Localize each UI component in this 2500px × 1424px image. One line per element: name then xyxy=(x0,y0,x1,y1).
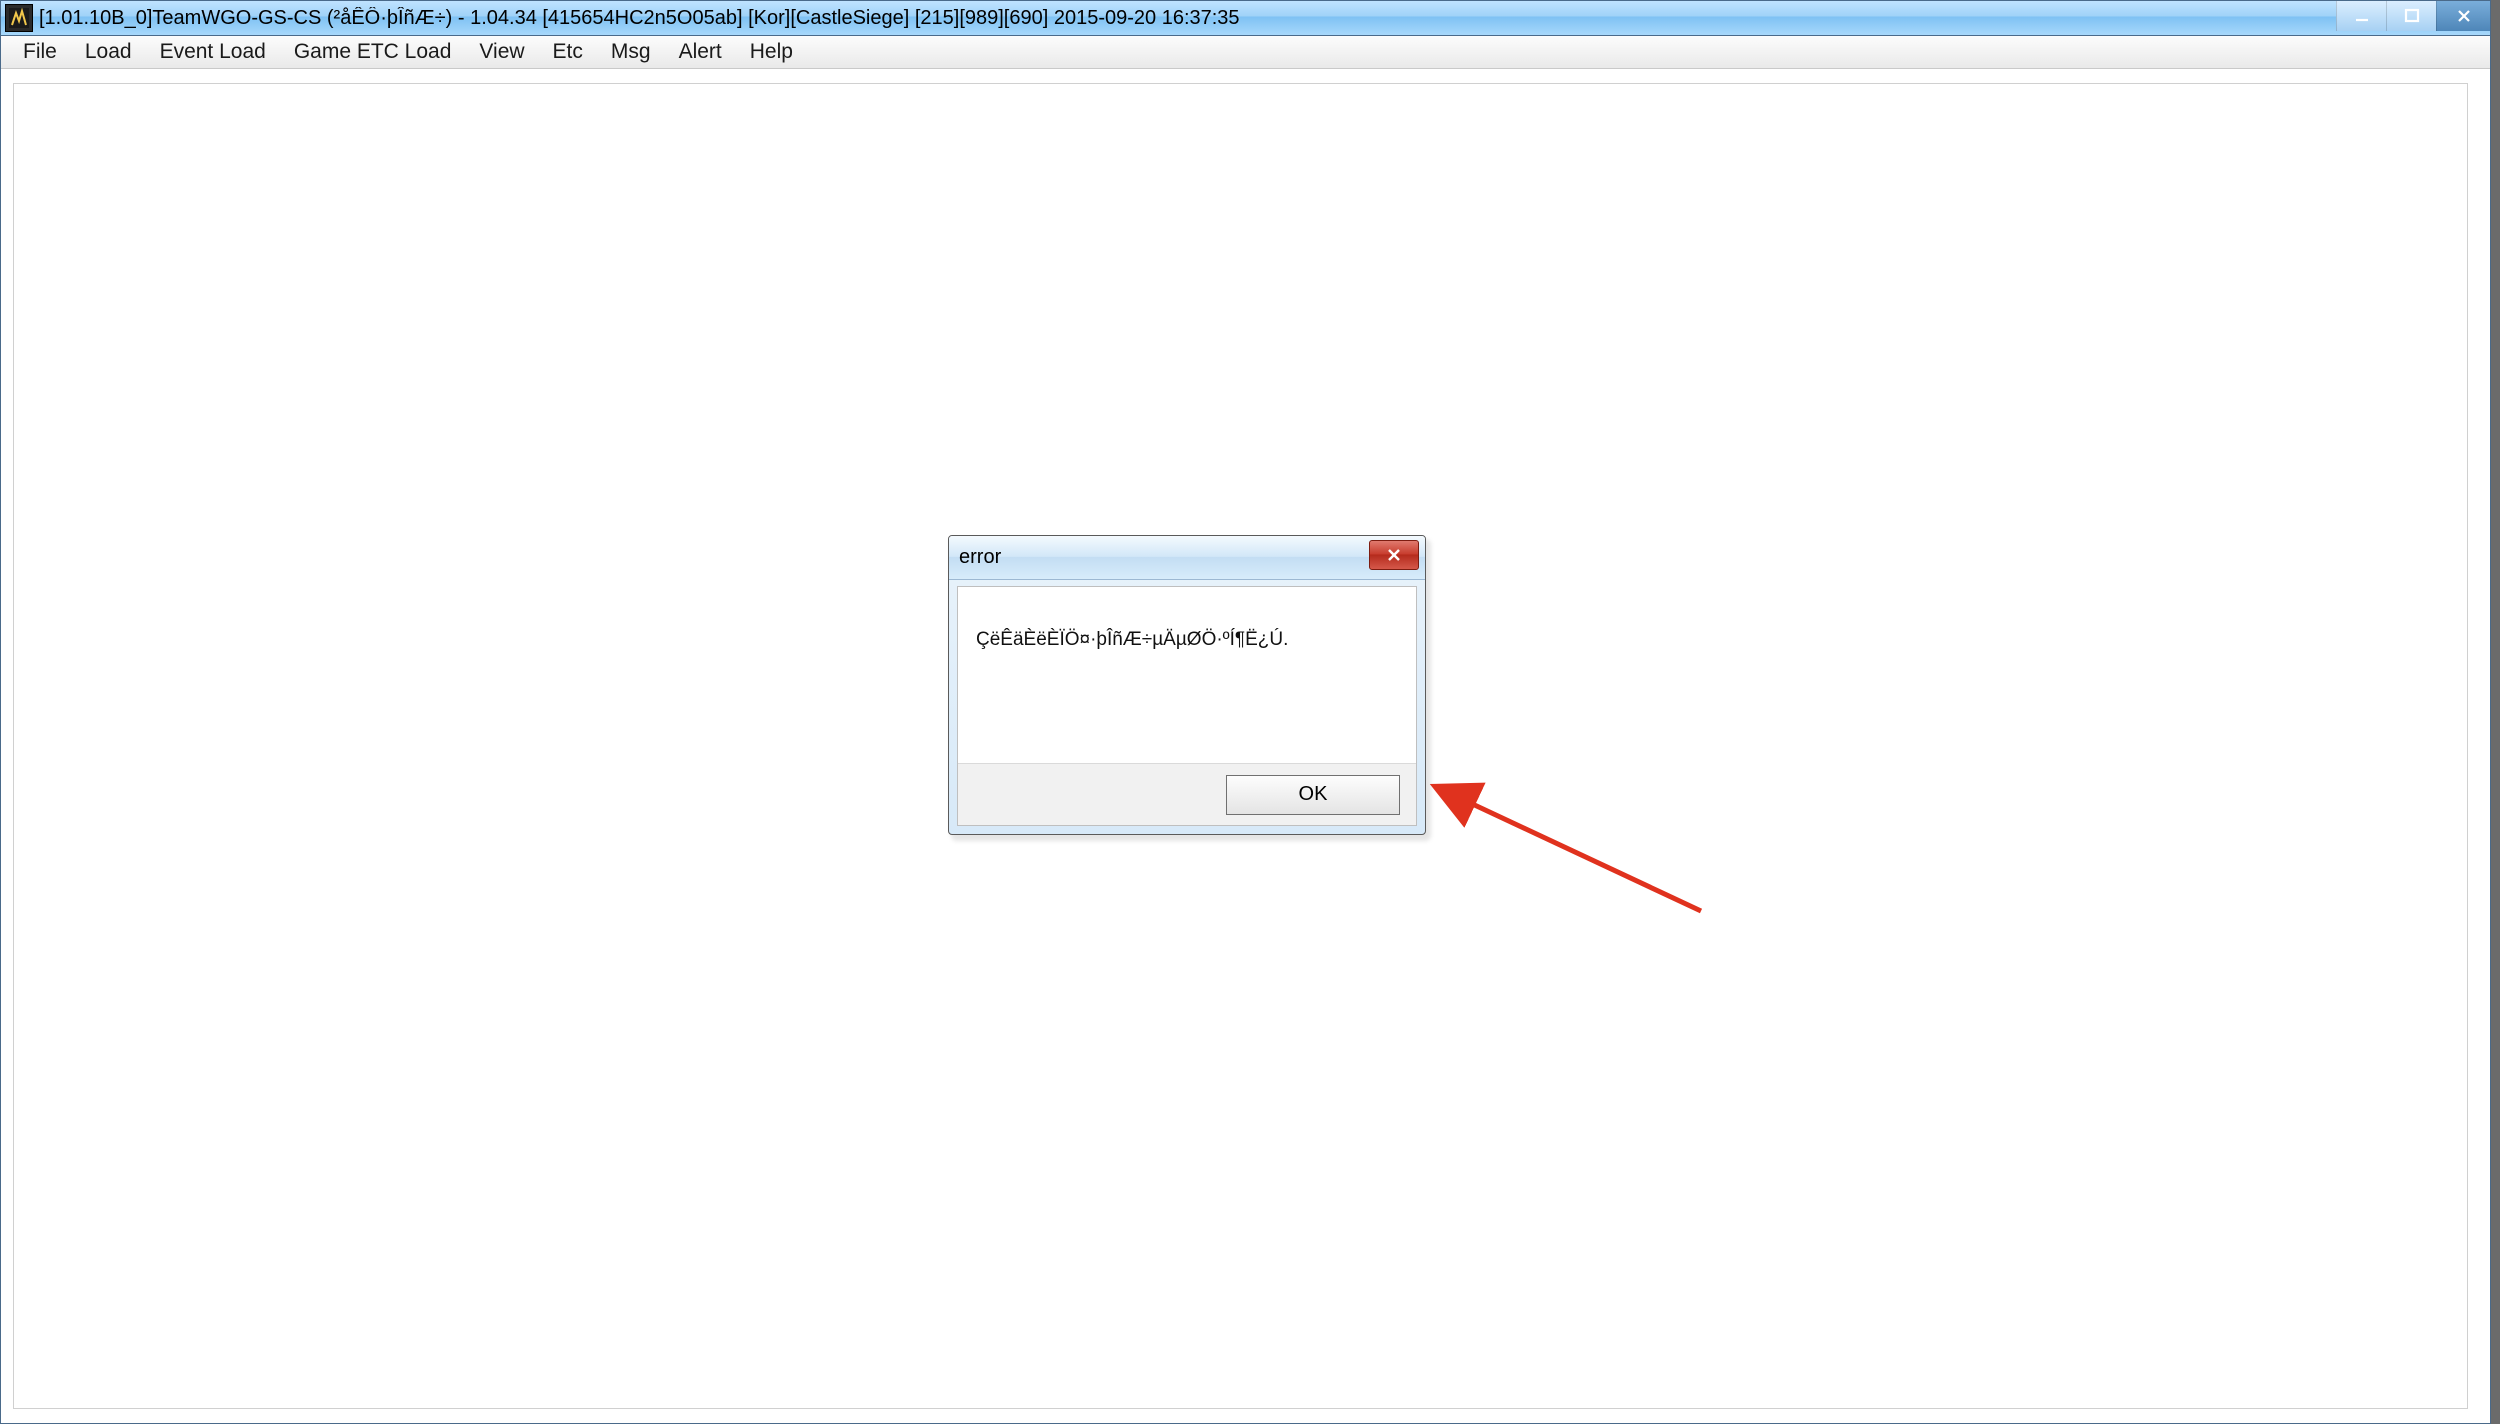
dialog-footer: OK xyxy=(958,763,1416,825)
maximize-button[interactable] xyxy=(2386,1,2436,31)
menu-game-etc-load[interactable]: Game ETC Load xyxy=(280,34,466,70)
dialog-body: ÇëÊäÈëÈÏÖ¤·þÎñÆ÷µÄµØÖ·ºÍ¶Ë¿Ú. OK xyxy=(957,586,1417,826)
close-button[interactable] xyxy=(2436,1,2490,31)
dialog-titlebar[interactable]: error xyxy=(949,536,1425,580)
menu-msg[interactable]: Msg xyxy=(597,34,665,70)
menu-event-load[interactable]: Event Load xyxy=(146,34,280,70)
desktop-frame: [1.01.10B_0]TeamWGO-GS-CS (²åÊÔ·þÎñÆ÷) -… xyxy=(0,0,2500,1424)
window-title: [1.01.10B_0]TeamWGO-GS-CS (²åÊÔ·þÎñÆ÷) -… xyxy=(39,7,1240,30)
ok-button[interactable]: OK xyxy=(1226,775,1400,815)
menu-load[interactable]: Load xyxy=(71,34,146,70)
titlebar[interactable]: [1.01.10B_0]TeamWGO-GS-CS (²åÊÔ·þÎñÆ÷) -… xyxy=(1,1,2490,36)
menubar: File Load Event Load Game ETC Load View … xyxy=(1,36,2490,69)
error-dialog: error ÇëÊäÈëÈÏÖ¤·þÎñÆ÷µÄµØÖ·ºÍ¶Ë¿Ú. OK xyxy=(948,535,1426,835)
menu-file[interactable]: File xyxy=(9,34,71,70)
minimize-button[interactable] xyxy=(2336,1,2386,31)
menu-alert[interactable]: Alert xyxy=(665,34,736,70)
dialog-title: error xyxy=(959,546,1001,569)
main-window: [1.01.10B_0]TeamWGO-GS-CS (²åÊÔ·þÎñÆ÷) -… xyxy=(0,0,2491,1424)
menu-help[interactable]: Help xyxy=(736,34,807,70)
menu-view[interactable]: View xyxy=(465,34,538,70)
window-controls xyxy=(2336,1,2490,31)
menu-etc[interactable]: Etc xyxy=(539,34,597,70)
dialog-close-button[interactable] xyxy=(1369,540,1419,570)
dialog-message: ÇëÊäÈëÈÏÖ¤·þÎñÆ÷µÄµØÖ·ºÍ¶Ë¿Ú. xyxy=(976,629,1398,651)
app-icon xyxy=(5,4,33,32)
